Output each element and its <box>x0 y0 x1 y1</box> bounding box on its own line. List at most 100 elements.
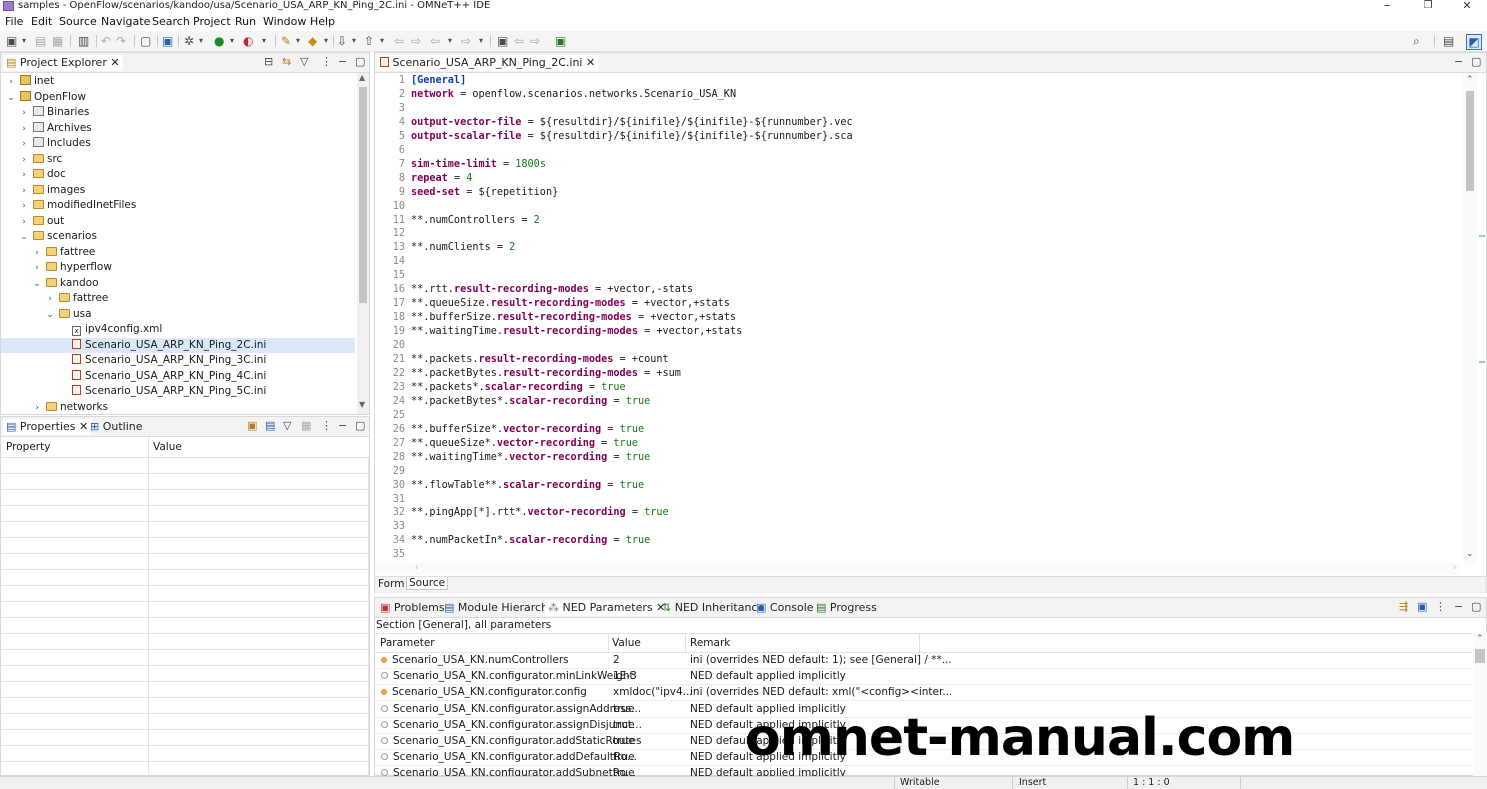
tree-item[interactable]: Scenario_USA_ARP_KN_Ping_4C.ini <box>1 369 355 384</box>
collapse-chevron-icon[interactable]: ⌄ <box>19 230 29 245</box>
sync-left-icon[interactable]: ⇦ <box>514 34 524 48</box>
open-folder-icon[interactable]: ◆ <box>308 34 317 48</box>
expand-chevron-icon[interactable]: › <box>19 106 29 121</box>
prev-annotation-dropdown-icon[interactable]: ▾ <box>380 34 384 48</box>
parameter-row[interactable]: Scenario_USA_KN.configurator.config xmldo… <box>375 684 1472 702</box>
expand-chevron-icon[interactable]: › <box>19 199 29 214</box>
print-icon[interactable]: ▥ <box>78 34 89 48</box>
tree-item[interactable]: Scenario_USA_ARP_KN_Ping_5C.ini <box>1 384 355 399</box>
tree-item[interactable]: ⌄ kandoo <box>1 276 355 291</box>
show-categories-icon[interactable]: ▤ <box>265 419 275 432</box>
expand-chevron-icon[interactable]: › <box>19 168 29 183</box>
menu-edit[interactable]: Edit <box>31 15 52 28</box>
filter-properties-icon[interactable]: ▽ <box>283 419 291 432</box>
tree-item[interactable]: › fattree <box>1 291 355 306</box>
sync-right-icon[interactable]: ⇨ <box>530 34 540 48</box>
build-dropdown-icon[interactable]: ▾ <box>296 34 300 48</box>
value-column-header[interactable]: Value <box>612 637 641 649</box>
collapse-chevron-icon[interactable]: ⌄ <box>32 277 42 292</box>
minimize-editor-icon[interactable]: − <box>1454 55 1463 68</box>
maximize-view-icon[interactable]: ▢ <box>355 55 365 68</box>
expand-chevron-icon[interactable]: › <box>32 261 42 276</box>
ned-icon[interactable]: ▣ <box>555 34 566 48</box>
tree-item[interactable]: › Archives <box>1 121 355 136</box>
simulation-perspective-icon[interactable]: ◩ <box>1466 34 1482 50</box>
save-icon[interactable]: ▤ <box>35 34 46 48</box>
expand-chevron-icon[interactable]: › <box>32 401 42 415</box>
redo-icon[interactable]: ↷ <box>116 34 126 48</box>
editor-scrollbar-thumb[interactable] <box>1466 91 1474 191</box>
expand-chevron-icon[interactable]: › <box>19 215 29 230</box>
menu-run[interactable]: Run <box>235 15 256 28</box>
module-hierarchy-tab[interactable]: ▤ Module Hierarchy <box>441 600 558 616</box>
tree-item[interactable]: › src <box>1 152 355 167</box>
tree-item[interactable]: › Includes <box>1 136 355 151</box>
close-tab-icon[interactable]: ✕ <box>586 56 595 69</box>
tree-item[interactable]: › fattree <box>1 245 355 260</box>
tree-item[interactable]: › hyperflow <box>1 260 355 275</box>
parameters-scrollbar-thumb[interactable] <box>1475 649 1485 663</box>
debug-icon[interactable]: ✲ <box>184 34 194 48</box>
pin-parameters-icon[interactable]: ▣ <box>1417 600 1427 613</box>
tree-item[interactable]: › images <box>1 183 355 198</box>
menu-file[interactable]: File <box>5 15 23 28</box>
new-dropdown-icon[interactable]: ▾ <box>22 34 26 48</box>
editor-vertical-scrollbar[interactable]: ⌃ ⌄ <box>1463 73 1477 565</box>
close-button[interactable]: ✕ <box>1452 0 1482 12</box>
forward-icon[interactable]: ⇨ <box>461 34 471 48</box>
expand-chevron-icon[interactable]: › <box>6 75 16 90</box>
tree-scrollbar[interactable]: ▲ ▼ <box>357 73 369 414</box>
link-editor-icon[interactable]: ⇆ <box>282 55 291 68</box>
editor-horizontal-scrollbar[interactable]: ‹ › <box>375 563 1460 575</box>
minimize-view-icon[interactable]: − <box>338 55 347 68</box>
menu-help[interactable]: Help <box>310 15 335 28</box>
tree-item[interactable]: ⌄ scenarios <box>1 229 355 244</box>
maximize-view-icon[interactable]: ▢ <box>355 419 365 432</box>
forward-dropdown-icon[interactable]: ▾ <box>479 34 483 48</box>
terminal-icon[interactable]: ▣ <box>162 34 173 48</box>
tree-scrollbar-thumb[interactable] <box>359 87 367 303</box>
source-tab[interactable]: Source <box>406 577 449 590</box>
expand-chevron-icon[interactable]: › <box>19 122 29 137</box>
tree-item[interactable]: › doc <box>1 167 355 182</box>
expand-chevron-icon[interactable]: › <box>19 137 29 152</box>
expand-chevron-icon[interactable]: › <box>19 184 29 199</box>
tree-item[interactable]: › inet <box>1 74 355 89</box>
view-menu-icon[interactable]: ⋮ <box>321 55 332 68</box>
ned-parameters-tab[interactable]: ⁂ NED Parameters ✕ <box>545 600 669 616</box>
external-tools-icon[interactable]: ◐ <box>243 34 253 48</box>
project-explorer-tab[interactable]: ▤ Project Explorer ✕ <box>3 55 123 71</box>
ini-source-editor[interactable]: 1 [General] 2 network = openflow.scenarios.… <box>375 73 1460 565</box>
parameter-row[interactable]: Scenario_USA_KN.numControllers 2 ini (over… <box>375 652 1472 669</box>
maximize-editor-icon[interactable]: ▢ <box>1471 55 1481 68</box>
value-column-header[interactable]: Value <box>153 441 182 453</box>
open-type-icon[interactable]: ▢ <box>140 34 151 48</box>
minimize-view-icon[interactable]: − <box>338 419 347 432</box>
form-tab[interactable]: Form <box>378 578 404 590</box>
parameter-column-header[interactable]: Parameter <box>380 637 435 649</box>
undo-icon[interactable]: ↶ <box>101 34 111 48</box>
new-icon[interactable]: ▣ <box>6 34 17 48</box>
save-all-icon[interactable]: ▦ <box>52 34 63 48</box>
menu-navigate[interactable]: Navigate <box>101 15 150 28</box>
tree-item[interactable]: ⌄ usa <box>1 307 355 322</box>
editor-tab[interactable]: Scenario_USA_ARP_KN_Ping_2C.ini ✕ <box>377 55 599 71</box>
back-icon[interactable]: ⇦ <box>430 34 440 48</box>
prev-annotation-icon[interactable]: ⇧ <box>364 34 374 48</box>
tree-item[interactable]: › networks <box>1 400 355 415</box>
remark-column-header[interactable]: Remark <box>690 637 730 649</box>
folder-dropdown-icon[interactable]: ▾ <box>324 34 328 48</box>
problems-tab[interactable]: ▣ Problems <box>377 600 448 616</box>
menu-source[interactable]: Source <box>59 15 97 28</box>
filter-icon[interactable]: ▽ <box>300 55 308 68</box>
external-tools-dropdown-icon[interactable]: ▾ <box>262 34 266 48</box>
menu-project[interactable]: Project <box>193 15 231 28</box>
back-edit-icon[interactable]: ⇨ <box>411 34 421 48</box>
parameters-menu-icon[interactable]: ⋮ <box>1435 600 1446 613</box>
flat-mode-icon[interactable]: ⇶ <box>1399 600 1408 613</box>
last-edit-icon[interactable]: ⇦ <box>394 34 404 48</box>
search-icon[interactable]: ⌕ <box>1413 34 1420 48</box>
property-column-header[interactable]: Property <box>6 441 50 453</box>
debug-dropdown-icon[interactable]: ▾ <box>199 34 203 48</box>
next-annotation-dropdown-icon[interactable]: ▾ <box>352 34 356 48</box>
